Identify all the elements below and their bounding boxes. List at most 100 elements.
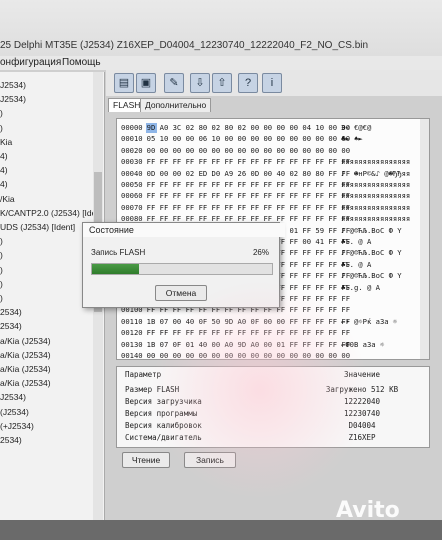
info-param: Система/двигатель — [125, 433, 202, 442]
hex-ascii: Э< €@€@ — [341, 123, 372, 132]
tree-item[interactable]: ) — [0, 250, 3, 260]
hex-ascii: яяяяяяяяяяяяяяяя — [341, 180, 411, 189]
hex-row: 00050 FF FF FF FF FF FF FF FF FF FF FF FF… — [121, 180, 350, 189]
tree-item[interactable]: UDS (J2534) [Ident] — [0, 222, 75, 232]
hex-bytes: FF FF FF FF FF FF FF FF FF FF FF FF FF F… — [146, 157, 351, 167]
hex-bytes: FF FF FF FF FF FF FF FF FF FF FF FF FF F… — [146, 180, 351, 189]
tree-item[interactable]: a/Kia (J2534) — [0, 336, 51, 346]
progress-bar — [91, 263, 273, 275]
help-icon[interactable]: ? — [238, 73, 258, 93]
menu-configuration[interactable]: онфигурация — [0, 57, 61, 68]
info-param: Версия загрузчика — [125, 397, 202, 406]
hex-ascii: яяяяяяяяяяяяяяяя — [341, 214, 411, 224]
hex-row: 00070 FF FF FF FF FF FF FF FF FF FF FF FF… — [121, 203, 350, 212]
info-param: Версия калибровок — [125, 421, 202, 430]
hex-ascii: ♣► ♠► — [341, 134, 363, 144]
info-row: Версия загрузчика 12222040 — [117, 397, 429, 409]
avito-watermark: Avito — [336, 498, 400, 523]
tree-item[interactable]: ) — [0, 123, 3, 133]
tree-item[interactable]: /Kia — [0, 194, 15, 204]
info-row: Размер FLASH Загружено 512 KB — [117, 385, 429, 397]
tree-item[interactable]: ) — [0, 279, 3, 289]
hex-row: 00140 00 00 00 00 00 00 00 00 00 00 00 00… — [121, 351, 351, 360]
hex-address: 00040 — [121, 168, 143, 178]
info-header-value: Значение — [343, 370, 381, 379]
hex-address: 00120 — [121, 328, 143, 338]
open-folder-icon[interactable]: ▤ — [114, 73, 134, 93]
tree-item[interactable]: ) — [0, 236, 3, 246]
tree-item[interactable]: ) — [0, 293, 3, 303]
read-button[interactable]: Чтение — [122, 452, 170, 468]
progress-fill — [92, 264, 139, 274]
tabs: FLASH Дополнительно — [106, 98, 442, 112]
write-button[interactable]: Запись — [184, 452, 236, 468]
dialog-operation-label: Запись FLASH — [91, 248, 146, 257]
save-icon[interactable]: ▣ — [136, 73, 156, 93]
tree-item[interactable]: K/CANTP2.0 (J2534) [Ide — [0, 208, 96, 218]
hex-ascii: ♣Ъ.g. @ А — [341, 282, 380, 292]
hex-address: 00110 — [121, 316, 143, 326]
hex-ascii: яяяяяяяяяяяяяяяя — [341, 157, 411, 167]
tree-item[interactable]: Kia — [0, 137, 12, 147]
status-dialog: Состояние Запись FLASH 26% Отмена — [82, 222, 285, 308]
tree-item[interactable]: 2534) — [0, 307, 22, 317]
hex-ascii: яяяяяяяяяяяяяяяя — [341, 202, 411, 212]
info-value: Загружено 512 KB — [325, 385, 399, 394]
toolbar: ▤ ▣ ✎ ⇩ ⇧ ? i — [106, 70, 442, 96]
hex-ascii: ♪ @☺ЋЉ.ВоС Ф Y — [341, 248, 402, 258]
menu-help[interactable]: Помощь — [62, 57, 101, 68]
tree-item[interactable]: J2534) — [0, 80, 26, 90]
info-header-param: Параметр — [125, 370, 162, 379]
menu-bar: онфигурация Помощь — [0, 56, 442, 70]
tree-item[interactable]: (J2534) — [0, 407, 29, 417]
hex-scrollbar[interactable] — [420, 119, 429, 359]
tree-item[interactable]: J2534) — [0, 392, 26, 402]
read-icon[interactable]: ⇩ — [190, 73, 210, 93]
hex-bytes: 00 00 00 00 00 00 00 00 00 00 00 00 00 0… — [146, 351, 351, 360]
tree-item[interactable]: 2534) — [0, 321, 22, 331]
tree-item[interactable]: ) — [0, 265, 3, 275]
tree-item[interactable]: a/Kia (J2534) — [0, 378, 51, 388]
hex-row: 00000 9D A0 3C 02 80 02 80 02 00 00 00 00… — [121, 123, 350, 132]
info-row: Система/двигатель Z16XEP — [117, 433, 429, 445]
hex-bytes: FF FF FF FF FF FF FF FF FF FF FF FF FF F… — [146, 202, 351, 212]
hex-ascii: ♪ ☻нР©&♪ @☻ЂЂяя — [341, 168, 411, 178]
info-icon[interactable]: i — [262, 73, 282, 93]
tree-item[interactable]: 4) — [0, 151, 8, 161]
dialog-title: Состояние — [83, 223, 285, 237]
tree-item[interactable]: a/Kia (J2534) — [0, 350, 51, 360]
hex-bytes: 0D 00 00 02 ED D0 A9 26 0D 00 40 02 80 8… — [146, 168, 351, 178]
hex-bytes: 05 10 00 00 06 10 00 00 00 00 00 00 00 0… — [146, 134, 351, 144]
hex-row: 00130 1B 07 0F 01 40 00 A0 9D A0 00 01 FF… — [121, 340, 350, 349]
monitor-bezel — [0, 520, 442, 540]
hex-address: 00050 — [121, 180, 143, 189]
tree-item[interactable]: 2534) — [0, 435, 22, 445]
window-titlebar: 25 Delphi MT35E (J2534) Z16XEP_D04004_12… — [0, 0, 442, 56]
tree-item[interactable]: (+J2534) — [0, 421, 34, 431]
hex-row: 00060 FF FF FF FF FF FF FF FF FF FF FF FF… — [121, 191, 350, 200]
tree-item[interactable]: a/Kia (J2534) — [0, 364, 51, 374]
info-row: Версия калибровок D04004 — [117, 421, 429, 433]
edit-icon[interactable]: ✎ — [164, 73, 184, 93]
info-param: Версия программы — [125, 409, 198, 418]
hex-ascii: ♪ @☺ЋЉ.ВоС Ф Y — [341, 271, 402, 281]
info-value: Z16XEP — [348, 433, 376, 442]
info-value: D04004 — [348, 421, 376, 430]
tree-item[interactable]: ) — [0, 108, 3, 118]
tree-item[interactable]: 4) — [0, 165, 8, 175]
cancel-button[interactable]: Отмена — [155, 285, 207, 301]
hex-bytes: 9D A0 3C 02 80 02 80 02 00 00 00 00 04 1… — [146, 123, 351, 132]
write-icon[interactable]: ⇧ — [212, 73, 232, 93]
tab-additional[interactable]: Дополнительно — [140, 98, 212, 112]
hex-ascii: ←Ф0В a3a ☼ — [341, 339, 385, 349]
info-param: Размер FLASH — [125, 385, 180, 394]
info-value: 12222040 — [343, 397, 381, 406]
hex-address: 00030 — [121, 157, 143, 167]
dialog-percent: 26% — [252, 248, 269, 257]
hex-ascii: ♣Ъ. @ А — [341, 259, 372, 269]
tree-item[interactable]: 4) — [0, 179, 8, 189]
tree-item[interactable]: J2534) — [0, 94, 26, 104]
hex-address: 00010 — [121, 134, 143, 144]
info-header: Параметр Значение — [117, 370, 429, 382]
window-title: 25 Delphi MT35E (J2534) Z16XEP_D04004_12… — [0, 40, 369, 51]
